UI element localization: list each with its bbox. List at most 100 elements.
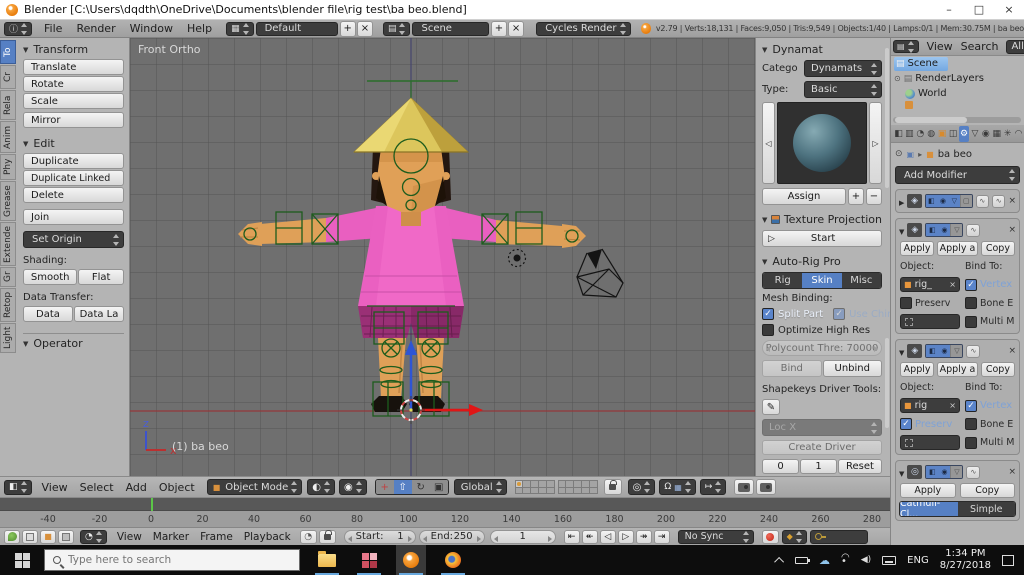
preserve-checkbox[interactable] bbox=[900, 297, 912, 309]
search-input[interactable] bbox=[68, 554, 268, 566]
copy-button[interactable]: Copy bbox=[959, 483, 1015, 498]
menu-render[interactable]: Render bbox=[76, 22, 115, 35]
timeline-track[interactable] bbox=[0, 498, 890, 511]
optimize-high-res-checkbox[interactable] bbox=[762, 324, 774, 336]
editor-type-timeline-button[interactable]: ◔ bbox=[80, 529, 107, 544]
catmull-clark-tab[interactable]: Catmull-Cl... bbox=[900, 502, 958, 516]
tab-material-icon[interactable]: ◉ bbox=[980, 126, 991, 142]
record-button[interactable] bbox=[761, 529, 779, 544]
timeline-menu-marker[interactable]: Marker bbox=[153, 531, 189, 543]
outliner-row-world[interactable]: World bbox=[891, 86, 1024, 101]
delete-button[interactable]: Delete bbox=[23, 187, 124, 203]
tab-world-icon[interactable]: ◍ bbox=[926, 126, 937, 142]
vertex-checkbox[interactable] bbox=[965, 278, 977, 291]
panel-operator-header[interactable]: Operator bbox=[23, 333, 124, 350]
layer-cell[interactable] bbox=[589, 481, 597, 487]
delete-scene-button[interactable]: × bbox=[508, 20, 525, 37]
apply-button[interactable]: Apply bbox=[900, 241, 935, 256]
tab-grease[interactable]: Grease bbox=[0, 181, 16, 221]
layer-cell[interactable] bbox=[531, 487, 539, 493]
apply-button[interactable]: Apply bbox=[900, 483, 956, 498]
clear-object-icon[interactable]: × bbox=[949, 401, 956, 410]
shade-smooth-button[interactable]: Smooth bbox=[23, 269, 78, 285]
tab-retopo[interactable]: Retop bbox=[0, 288, 16, 322]
expand-icon[interactable] bbox=[899, 195, 904, 208]
tab-particles-icon[interactable]: ✳ bbox=[1002, 126, 1013, 142]
window-close-button[interactable]: × bbox=[994, 3, 1024, 16]
shade-flat-button[interactable]: Flat bbox=[78, 269, 124, 285]
lock-to-scene-button[interactable] bbox=[603, 479, 622, 495]
layer-cell[interactable] bbox=[582, 487, 589, 493]
lock-frame-button[interactable] bbox=[318, 529, 336, 544]
tab-create[interactable]: Cr bbox=[0, 65, 16, 89]
assign-button[interactable]: Assign bbox=[762, 188, 846, 205]
toggle-render-icon[interactable]: ◧ bbox=[926, 224, 939, 236]
modifier-down-button[interactable]: ∿ bbox=[992, 194, 1006, 208]
join-button[interactable]: Join bbox=[23, 209, 124, 225]
keying-set-select[interactable]: ◆ bbox=[781, 529, 807, 544]
set-origin-select[interactable]: Set Origin bbox=[23, 231, 124, 248]
vertex-checkbox[interactable] bbox=[965, 399, 977, 412]
modifier-delete-icon[interactable]: × bbox=[1008, 467, 1016, 477]
jump-to-start-button[interactable]: ⇤ bbox=[563, 529, 580, 544]
toggle-edit-icon[interactable]: ▽ bbox=[950, 224, 963, 236]
modifier-delete-icon[interactable]: × bbox=[1008, 225, 1016, 235]
layer-cell[interactable] bbox=[582, 481, 589, 487]
modifier-up-button[interactable]: ∿ bbox=[966, 465, 981, 479]
layer-cell[interactable] bbox=[574, 481, 582, 487]
taskbar-clock[interactable]: 1:34 PM 8/27/2018 bbox=[940, 548, 991, 573]
toggle-view-icon[interactable]: ◉ bbox=[938, 345, 951, 357]
bone-envelope-checkbox[interactable] bbox=[965, 297, 977, 309]
create-driver-button[interactable]: Create Driver bbox=[762, 440, 882, 455]
collapse-icon[interactable] bbox=[899, 345, 904, 358]
scene-icon-button[interactable]: ▤ bbox=[382, 21, 411, 36]
driver-channel-select[interactable]: Loc X bbox=[762, 419, 882, 436]
modifier-visibility-toggles[interactable]: ◧ ◉ ▽ bbox=[925, 344, 964, 358]
editor-type-outliner-button[interactable]: ▤ bbox=[893, 40, 919, 53]
view3d-menu-add[interactable]: Add bbox=[126, 481, 147, 494]
tab-extended[interactable]: Extende bbox=[0, 222, 16, 266]
grease-pencil-icon-button[interactable] bbox=[4, 529, 20, 544]
screen-layout-field[interactable]: Default bbox=[255, 21, 338, 36]
outliner-menu-search[interactable]: Search bbox=[961, 40, 999, 53]
time-cursor-button[interactable]: ◔ bbox=[299, 529, 317, 544]
driver-zero-button[interactable]: 0 bbox=[762, 459, 799, 474]
timeline-menu-frame[interactable]: Frame bbox=[200, 531, 233, 543]
duplicate-button[interactable]: Duplicate bbox=[23, 153, 124, 169]
editor-type-info-button[interactable]: ⓘ bbox=[4, 21, 33, 36]
rotate-button[interactable]: Rotate bbox=[23, 76, 124, 92]
view3d-menu-select[interactable]: Select bbox=[80, 481, 114, 494]
next-material-button[interactable]: ▷ bbox=[869, 102, 882, 184]
outliner-scrollbar[interactable] bbox=[893, 117, 1021, 123]
bind-button[interactable]: Bind bbox=[762, 360, 822, 377]
toggle-render-icon[interactable]: ◧ bbox=[926, 345, 939, 357]
bone-envelope-checkbox[interactable] bbox=[965, 418, 977, 430]
toggle-render-icon[interactable]: ◧ bbox=[926, 466, 939, 478]
outliner-row-renderlayers[interactable]: ⊙ ▤ RenderLayers bbox=[891, 71, 1024, 86]
multi-modifier-checkbox[interactable] bbox=[965, 315, 977, 328]
tab-misc[interactable]: Misc bbox=[841, 273, 881, 288]
panel-texture-projection-header[interactable]: Texture Projection bbox=[762, 213, 882, 226]
unbind-button[interactable]: Unbind bbox=[822, 360, 882, 377]
tab-physics-icon[interactable]: ◠ bbox=[1013, 126, 1024, 142]
pivot-point-select[interactable]: ◉ bbox=[338, 479, 367, 495]
duplicate-linked-button[interactable]: Duplicate Linked bbox=[23, 170, 124, 186]
modifier-visibility-toggles[interactable]: ◧ ◉ ▽ bbox=[925, 223, 964, 237]
start-projection-button[interactable]: ▷ Start bbox=[762, 230, 882, 247]
taskbar-blender[interactable] bbox=[396, 545, 426, 575]
layer-cell[interactable] bbox=[523, 487, 531, 493]
modifier-visibility-toggles[interactable]: ◧ ◉ ▽ bbox=[925, 465, 964, 479]
layer-cell[interactable] bbox=[558, 487, 566, 493]
outliner-scope-select[interactable]: All Sc bbox=[1006, 39, 1024, 54]
tab-skin[interactable]: Skin bbox=[802, 273, 842, 288]
data-layout-button[interactable]: Data La bbox=[74, 306, 124, 322]
tab-texture-icon[interactable]: ▦ bbox=[991, 126, 1002, 142]
copy-button[interactable]: Copy bbox=[980, 241, 1015, 256]
timeline-menu-playback[interactable]: Playback bbox=[244, 531, 291, 543]
pin-icon[interactable]: ⊙ bbox=[895, 149, 903, 159]
battery-icon[interactable] bbox=[794, 556, 810, 564]
toggle-render-icon[interactable]: ◧ bbox=[925, 195, 938, 207]
snap-target-select[interactable]: ↦ bbox=[699, 479, 727, 495]
collapse-icon[interactable] bbox=[899, 224, 904, 237]
panel-dynamat-header[interactable]: Dynamat bbox=[762, 43, 882, 56]
